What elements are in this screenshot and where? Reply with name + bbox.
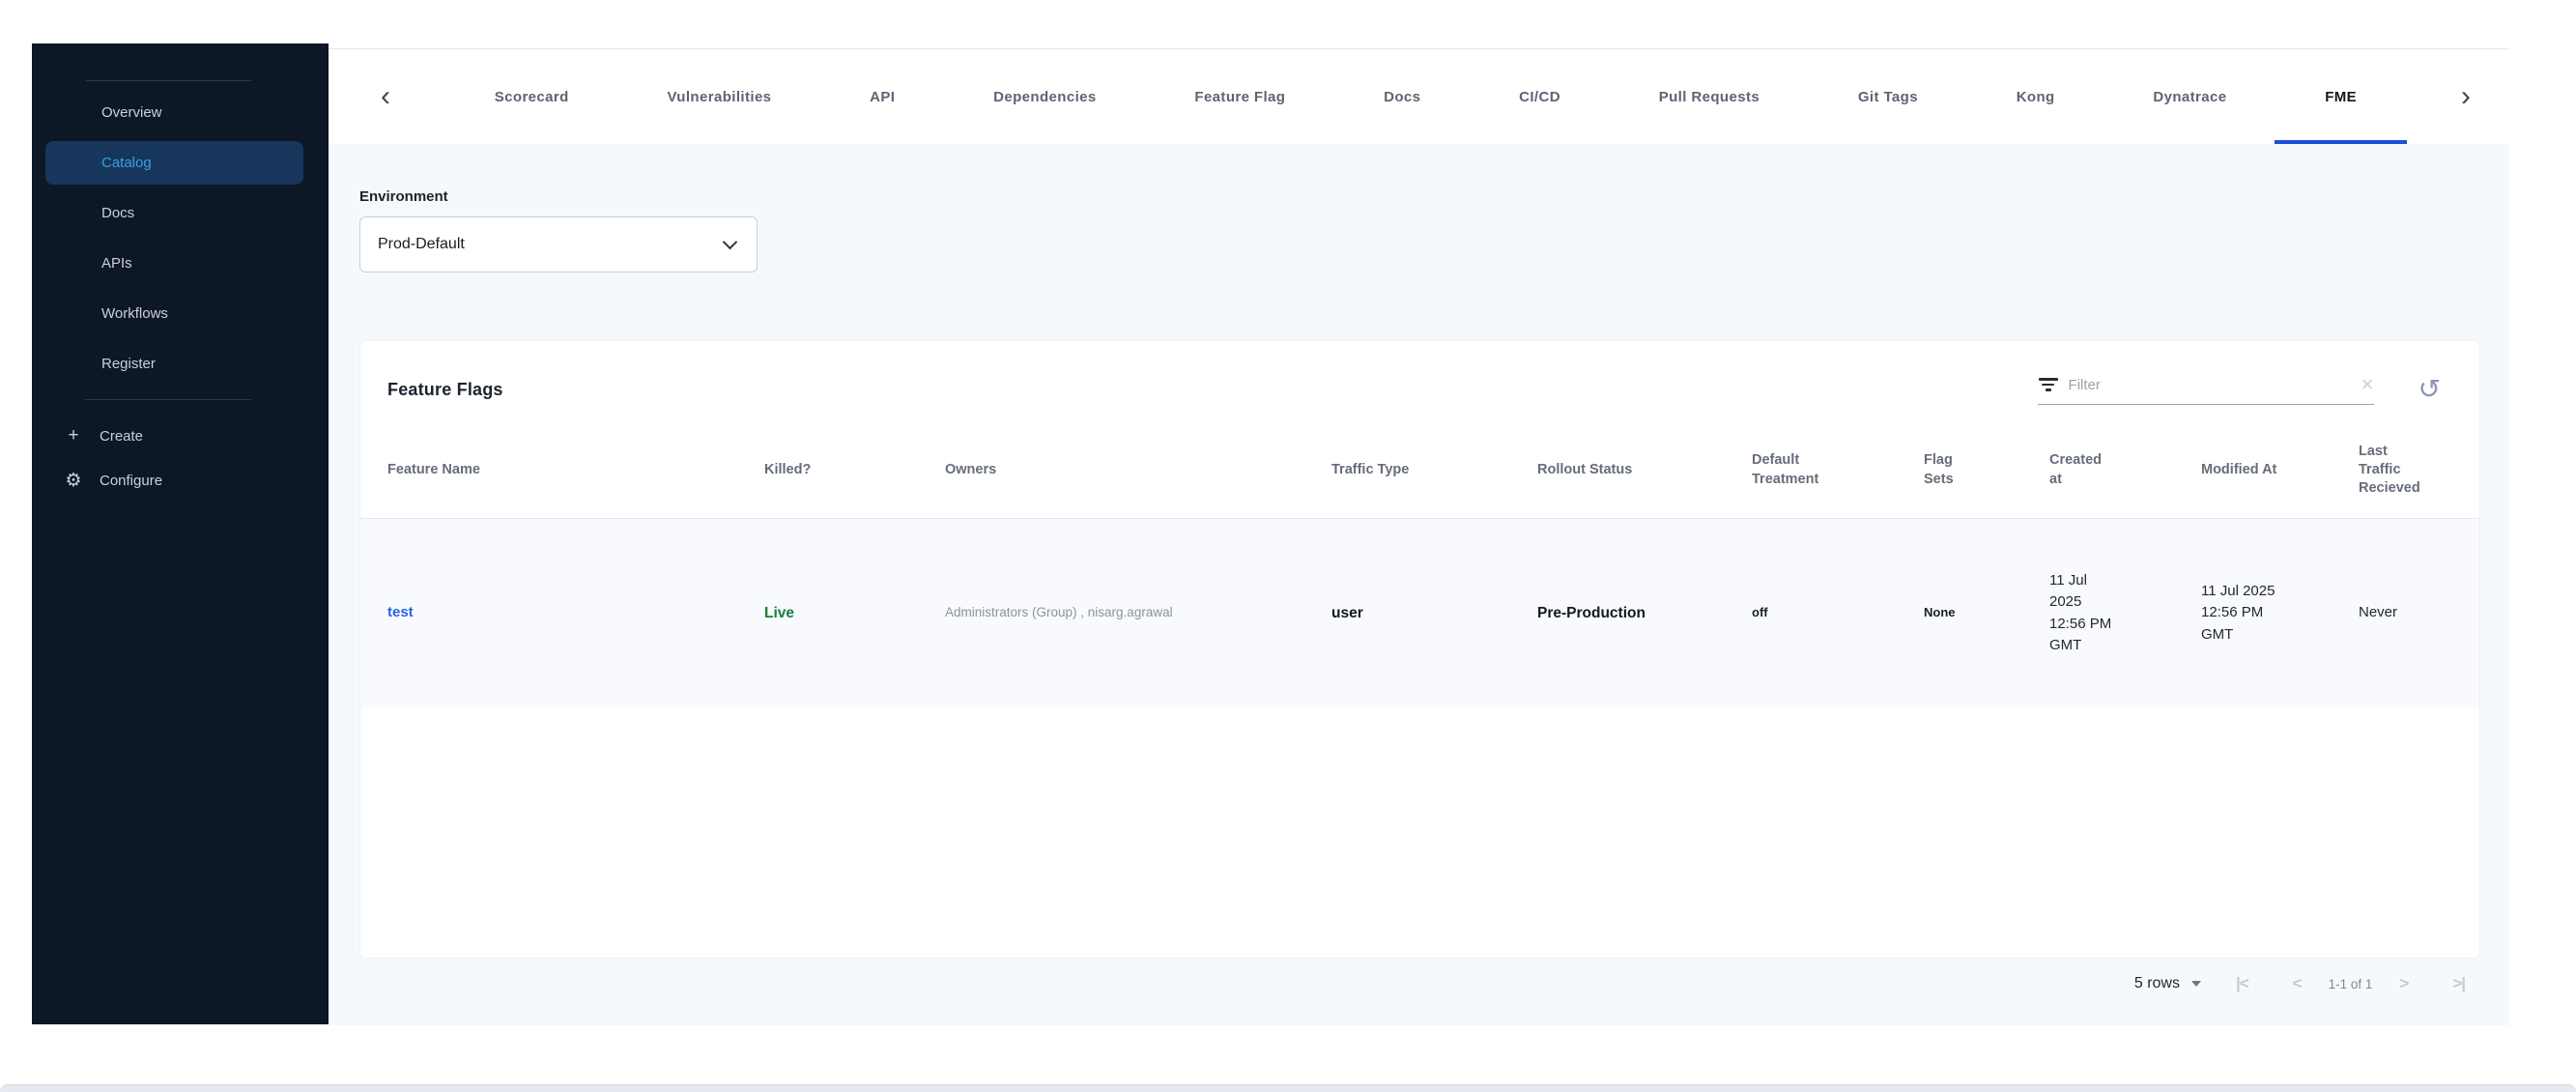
col-header-feature-name: Feature Name [387,461,480,477]
sidebar-nav: Overview Catalog Docs APIs Workflows Reg… [32,43,329,503]
sidebar-item-overview[interactable]: Overview [32,91,329,134]
rows-per-page-select[interactable]: 5 rows [2134,975,2201,992]
clear-filter-icon[interactable]: × [2361,374,2374,395]
sidebar-item-docs[interactable]: Docs [32,191,329,235]
tab-fme[interactable]: FME [2275,49,2407,144]
sidebar-item-workflows[interactable]: Workflows [32,292,329,335]
refresh-icon[interactable]: ↺ [2419,376,2441,403]
create-label: Create [100,427,144,445]
col-header-rollout-status: Rollout Status [1537,461,1633,477]
last-page-icon[interactable]: >| [2452,974,2466,993]
sidebar-divider-top [85,80,251,81]
content-area: Environment Prod-Default Feature Flags ×… [329,144,2509,1025]
environment-select[interactable]: Prod-Default [359,216,758,273]
environment-label: Environment [359,188,448,205]
plus-icon: + [68,425,79,445]
create-button[interactable]: + Create [32,414,329,458]
col-header-owners: Owners [945,461,997,477]
created-at-value: 11 Jul 2025 12:56 PM GMT [2049,571,2112,654]
tab-docs[interactable]: Docs [1384,49,1420,144]
tab-api[interactable]: API [870,49,895,144]
tab-dynatrace[interactable]: Dynatrace [2153,49,2226,144]
filter-input[interactable] [2068,376,2352,393]
col-header-traffic-type: Traffic Type [1331,461,1410,477]
tabs-scroll-right-icon[interactable]: › [2455,49,2476,144]
rollout-status-value: Pre-Production [1537,604,1646,621]
rows-per-page-value: 5 rows [2133,975,2180,991]
caret-down-icon [2190,981,2201,987]
bottom-window-edge [0,1084,2576,1092]
gear-icon: ⚙ [65,470,82,491]
page-range: 1-1 of 1 [2328,976,2373,991]
next-page-icon[interactable]: > [2399,974,2409,993]
sidebar-item-catalog[interactable]: Catalog [45,141,303,185]
traffic-type-value: user [1331,604,1363,621]
table-row: test Live Administrators (Group) , nisar… [360,519,2479,707]
first-page-icon[interactable]: |< [2236,974,2249,993]
sidebar-divider-bottom [85,399,251,400]
col-header-killed: Killed? [764,461,812,477]
tab-bar: ‹ Scorecard Vulnerabilities API Dependen… [329,49,2509,144]
tab-kong[interactable]: Kong [2017,49,2055,144]
sidebar-item-apis[interactable]: APIs [32,242,329,285]
table-header-row: Feature Name Killed? Owners Traffic Type… [360,422,2479,519]
tab-git-tags[interactable]: Git Tags [1858,49,1918,144]
col-header-default-treatment: Default Treatment [1752,452,1819,487]
sidebar-item-register[interactable]: Register [32,342,329,386]
flag-sets-value: None [1924,605,1956,620]
default-treatment-value: off [1752,605,1768,620]
chevron-down-icon [722,234,738,249]
tab-vulnerabilities[interactable]: Vulnerabilities [667,49,771,144]
main-panel: ‹ Scorecard Vulnerabilities API Dependen… [329,48,2509,1025]
tabs-scroll-left-icon[interactable]: ‹ [375,49,396,144]
tab-cicd[interactable]: CI/CD [1519,49,1560,144]
pagination-bar: 5 rows |< < 1-1 of 1 > >| [359,959,2480,1009]
filter-box: × [2037,374,2374,405]
col-header-modified-at: Modified At [2201,461,2277,477]
tab-scorecard[interactable]: Scorecard [495,49,569,144]
tab-feature-flag[interactable]: Feature Flag [1194,49,1285,144]
col-header-created-at: Created at [2049,452,2102,487]
owners-value: Administrators (Group) , nisarg.agrawal [945,605,1173,620]
filter-icon [2038,378,2059,391]
modified-at-value: 11 Jul 2025 12:56 PM GMT [2201,582,2275,643]
configure-label: Configure [100,472,163,489]
tab-pull-requests[interactable]: Pull Requests [1659,49,1760,144]
feature-name-link[interactable]: test [387,602,414,624]
environment-selected-value: Prod-Default [378,236,465,252]
tab-dependencies[interactable]: Dependencies [993,49,1097,144]
col-header-last-traffic: Last Traffic Recieved [2359,443,2420,497]
sidebar: Overview Catalog Docs APIs Workflows Reg… [32,43,329,1024]
prev-page-icon[interactable]: < [2293,974,2303,993]
killed-status: Live [764,604,795,621]
last-traffic-value: Never [2359,604,2398,621]
col-header-flag-sets: Flag Sets [1924,452,1954,487]
configure-button[interactable]: ⚙ Configure [32,458,329,503]
feature-flags-card: Feature Flags × ↺ Feature Name Killed? O… [359,340,2480,959]
feature-flags-title: Feature Flags [387,379,503,399]
